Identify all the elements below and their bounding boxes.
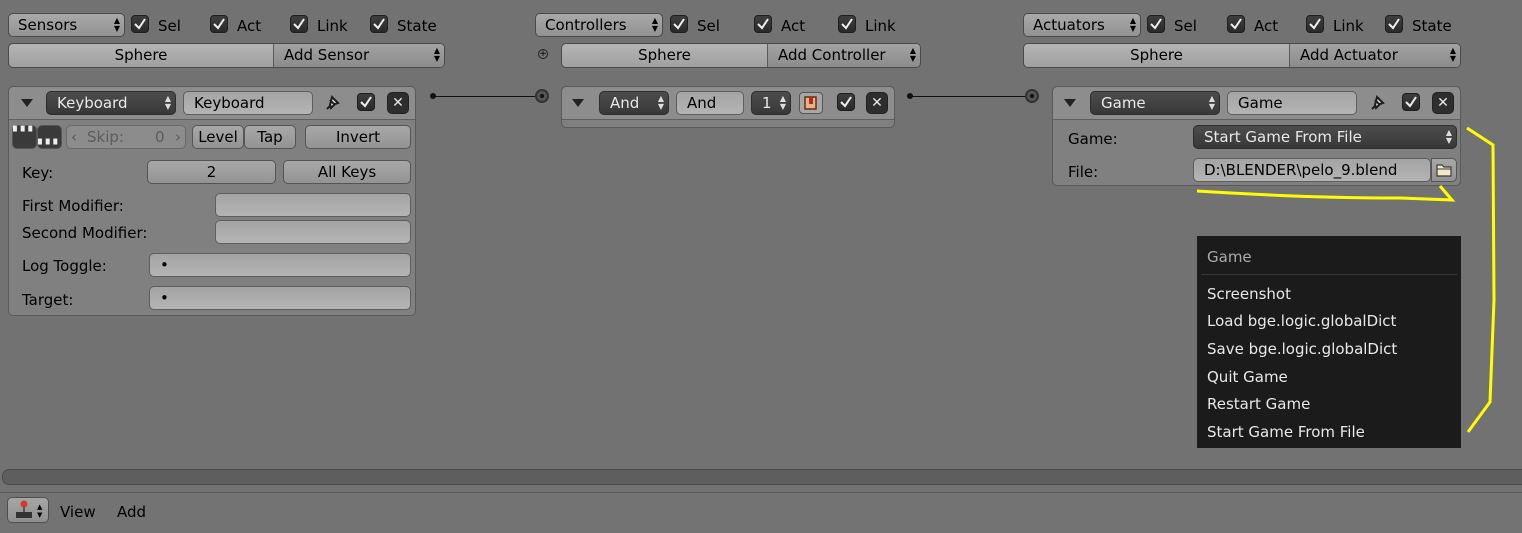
yellow-annotation-marks xyxy=(1196,126,1496,433)
add-menu[interactable]: Add xyxy=(117,503,146,521)
view-menu[interactable]: View xyxy=(60,503,96,521)
horizontal-scrollbar[interactable] xyxy=(0,467,1522,487)
editor-footer: ▲ ▼ View Add xyxy=(0,492,1522,533)
joystick-icon: ▲▼ xyxy=(16,500,43,519)
scrollbar-thumb[interactable] xyxy=(2,469,1522,485)
logic-editor-type-button[interactable]: ▲ ▼ xyxy=(7,497,49,523)
svg-text:▲: ▲ xyxy=(37,503,43,511)
svg-text:▼: ▼ xyxy=(37,511,43,519)
